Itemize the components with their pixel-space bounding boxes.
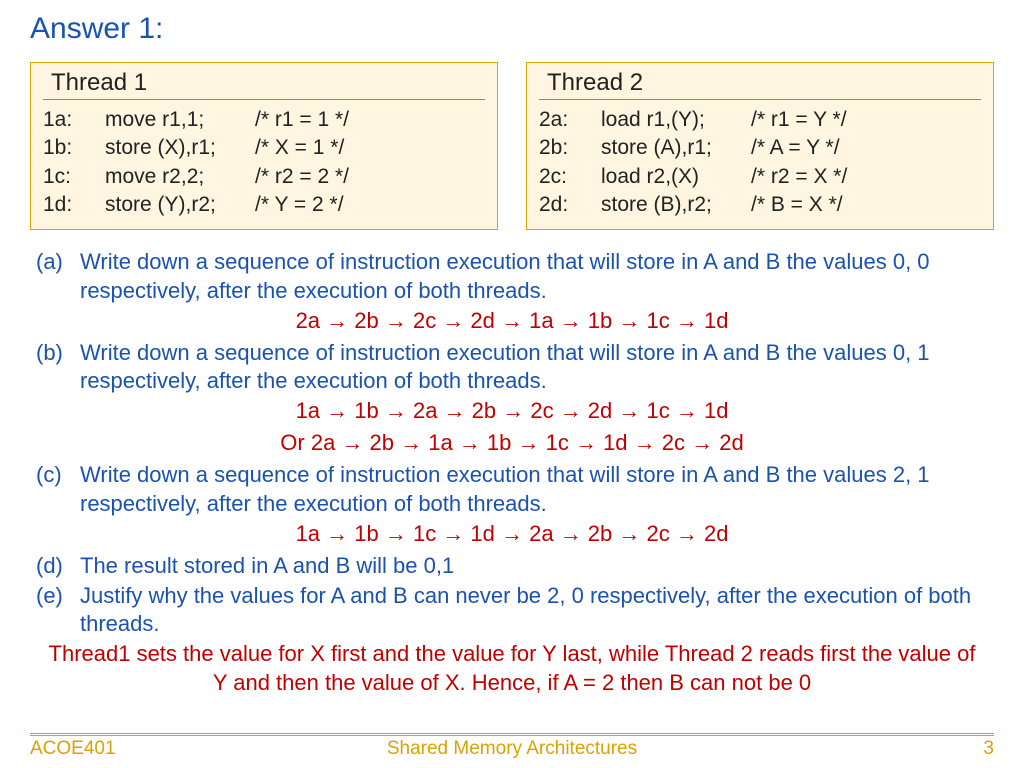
code-comment: /* Y = 2 */ — [255, 191, 344, 219]
code-instruction: load r2,(X) — [601, 163, 751, 191]
code-instruction: load r1,(Y); — [601, 106, 751, 134]
code-line: 1d:store (Y),r2;/* Y = 2 */ — [43, 191, 485, 219]
question-c: (c) Write down a sequence of instruction… — [30, 461, 994, 517]
code-instruction: move r2,2; — [105, 163, 255, 191]
thread1-code: 1a:move r1,1;/* r1 = 1 */1b:store (X),r1… — [43, 106, 485, 219]
question-a-text: Write down a sequence of instruction exe… — [80, 248, 994, 304]
code-label: 2b: — [539, 134, 601, 162]
code-line: 1b:store (X),r1;/* X = 1 */ — [43, 134, 485, 162]
footer-right: 3 — [673, 738, 994, 760]
question-b: (b) Write down a sequence of instruction… — [30, 339, 994, 395]
question-c-label: (c) — [30, 461, 80, 517]
question-d-label: (d) — [30, 552, 80, 580]
thread1-title: Thread 1 — [43, 69, 485, 100]
threads-row: Thread 1 1a:move r1,1;/* r1 = 1 */1b:sto… — [30, 62, 994, 230]
code-instruction: store (Y),r2; — [105, 191, 255, 219]
code-comment: /* A = Y */ — [751, 134, 840, 162]
question-e-text: Justify why the values for A and B can n… — [80, 582, 994, 638]
code-comment: /* r1 = 1 */ — [255, 106, 349, 134]
question-d: (d) The result stored in A and B will be… — [30, 552, 994, 580]
code-comment: /* r2 = 2 */ — [255, 163, 349, 191]
code-label: 2d: — [539, 191, 601, 219]
question-e-label: (e) — [30, 582, 80, 638]
code-label: 1b: — [43, 134, 105, 162]
question-b-text: Write down a sequence of instruction exe… — [80, 339, 994, 395]
code-label: 2c: — [539, 163, 601, 191]
code-label: 1a: — [43, 106, 105, 134]
questions: (a) Write down a sequence of instruction… — [30, 248, 994, 696]
code-line: 1a:move r1,1;/* r1 = 1 */ — [43, 106, 485, 134]
code-label: 1c: — [43, 163, 105, 191]
code-line: 2d:store (B),r2;/* B = X */ — [539, 191, 981, 219]
slide-title: Answer 1: — [30, 12, 994, 46]
thread2-code: 2a:load r1,(Y);/* r1 = Y */2b:store (A),… — [539, 106, 981, 219]
code-comment: /* r2 = X */ — [751, 163, 847, 191]
thread2-box: Thread 2 2a:load r1,(Y);/* r1 = Y */2b:s… — [526, 62, 994, 230]
code-line: 1c:move r2,2;/* r2 = 2 */ — [43, 163, 485, 191]
question-c-text: Write down a sequence of instruction exe… — [80, 461, 994, 517]
code-instruction: store (X),r1; — [105, 134, 255, 162]
answer-b1: 1a → 1b → 2a → 2b → 2c → 2d → 1c → 1d — [30, 397, 994, 425]
code-line: 2c:load r2,(X)/* r2 = X */ — [539, 163, 981, 191]
slide: Answer 1: Thread 1 1a:move r1,1;/* r1 = … — [0, 0, 1024, 740]
footer: ACOE401 Shared Memory Architectures 3 — [30, 733, 994, 760]
footer-left: ACOE401 — [30, 738, 351, 760]
code-label: 1d: — [43, 191, 105, 219]
code-line: 2a:load r1,(Y);/* r1 = Y */ — [539, 106, 981, 134]
thread1-box: Thread 1 1a:move r1,1;/* r1 = 1 */1b:sto… — [30, 62, 498, 230]
answer-a: 2a → 2b → 2c → 2d → 1a → 1b → 1c → 1d — [30, 307, 994, 335]
code-comment: /* X = 1 */ — [255, 134, 344, 162]
code-instruction: move r1,1; — [105, 106, 255, 134]
code-label: 2a: — [539, 106, 601, 134]
question-d-text: The result stored in A and B will be 0,1 — [80, 552, 994, 580]
answer-b2: Or 2a → 2b → 1a → 1b → 1c → 1d → 2c → 2d — [30, 429, 994, 457]
code-comment: /* B = X */ — [751, 191, 843, 219]
footer-center: Shared Memory Architectures — [351, 738, 672, 760]
question-e: (e) Justify why the values for A and B c… — [30, 582, 994, 638]
code-comment: /* r1 = Y */ — [751, 106, 847, 134]
question-a: (a) Write down a sequence of instruction… — [30, 248, 994, 304]
question-a-label: (a) — [30, 248, 80, 304]
code-line: 2b:store (A),r1;/* A = Y */ — [539, 134, 981, 162]
thread2-title: Thread 2 — [539, 69, 981, 100]
answer-c: 1a → 1b → 1c → 1d → 2a → 2b → 2c → 2d — [30, 520, 994, 548]
code-instruction: store (A),r1; — [601, 134, 751, 162]
question-b-label: (b) — [30, 339, 80, 395]
code-instruction: store (B),r2; — [601, 191, 751, 219]
answer-e: Thread1 sets the value for X first and t… — [30, 640, 994, 696]
